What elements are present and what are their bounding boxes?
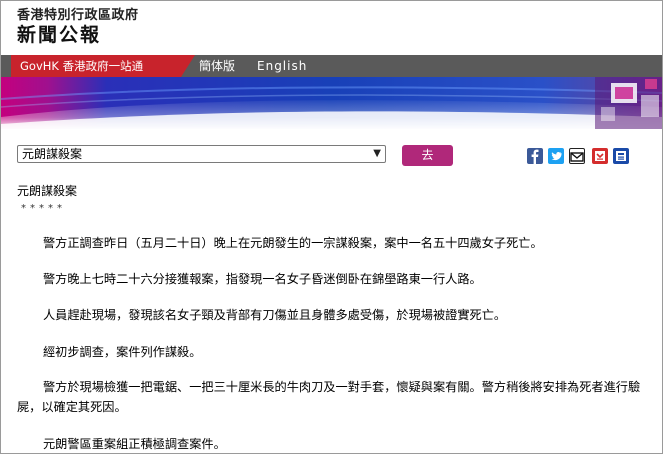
article-paragraph: 元朗警區重案組正積極調查案件。 xyxy=(43,437,226,451)
title-stars: ***** xyxy=(21,203,66,214)
page-frame: 香港特別行政區政府 新聞公報 GovHK 香港政府一站通 簡体版 English xyxy=(0,0,663,454)
simplified-chinese-link[interactable]: 簡体版 xyxy=(199,55,235,77)
govhk-tab-tip xyxy=(181,55,195,77)
english-link[interactable]: English xyxy=(257,55,307,77)
bookmark-icon[interactable] xyxy=(592,148,608,164)
press-release-title[interactable]: 新聞公報 xyxy=(17,20,101,47)
print-icon[interactable] xyxy=(613,148,629,164)
article-toolbar: 元朗謀殺案 ▼ 去 xyxy=(1,129,662,173)
article-title: 元朗謀殺案 xyxy=(17,184,78,198)
email-icon[interactable] xyxy=(569,148,585,164)
article-select[interactable]: 元朗謀殺案 ▼ xyxy=(17,145,386,163)
article-select-value: 元朗謀殺案 xyxy=(22,147,83,161)
article-paragraph: 警方於現場檢獲一把電鋸、一把三十厘米長的牛肉刀及一對手套，懷疑與案有關。警方稍後… xyxy=(17,380,641,414)
article-paragraph: 警方正調查昨日（五月二十日）晚上在元朗發生的一宗謀殺案，案中一名五十四歲女子死亡… xyxy=(43,236,543,250)
govhk-link[interactable]: GovHK 香港政府一站通 xyxy=(11,55,181,77)
facebook-icon[interactable] xyxy=(527,148,543,164)
article-paragraph: 經初步調查，案件列作謀殺。 xyxy=(43,345,202,359)
article-paragraph: 人員趕赴現場，發現該名女子頸及背部有刀傷並且身體多處受傷，於現場被證實死亡。 xyxy=(43,308,507,322)
twitter-icon[interactable] xyxy=(548,148,564,164)
article-paragraph: 警方晚上七時二十六分接獲報案，指發現一名女子昏迷倒卧在錦壆路東一行人路。 xyxy=(43,272,482,286)
top-navbar: GovHK 香港政府一站通 簡体版 English xyxy=(1,55,662,77)
article-body: 元朗謀殺案 ***** 警方正調查昨日（五月二十日）晚上在元朗發生的一宗謀殺案，… xyxy=(17,184,657,451)
header-banner xyxy=(1,77,662,129)
go-button[interactable]: 去 xyxy=(402,145,453,166)
banner-graphic xyxy=(1,77,662,129)
site-header: 香港特別行政區政府 新聞公報 xyxy=(1,1,662,55)
chevron-down-icon: ▼ xyxy=(373,148,381,159)
